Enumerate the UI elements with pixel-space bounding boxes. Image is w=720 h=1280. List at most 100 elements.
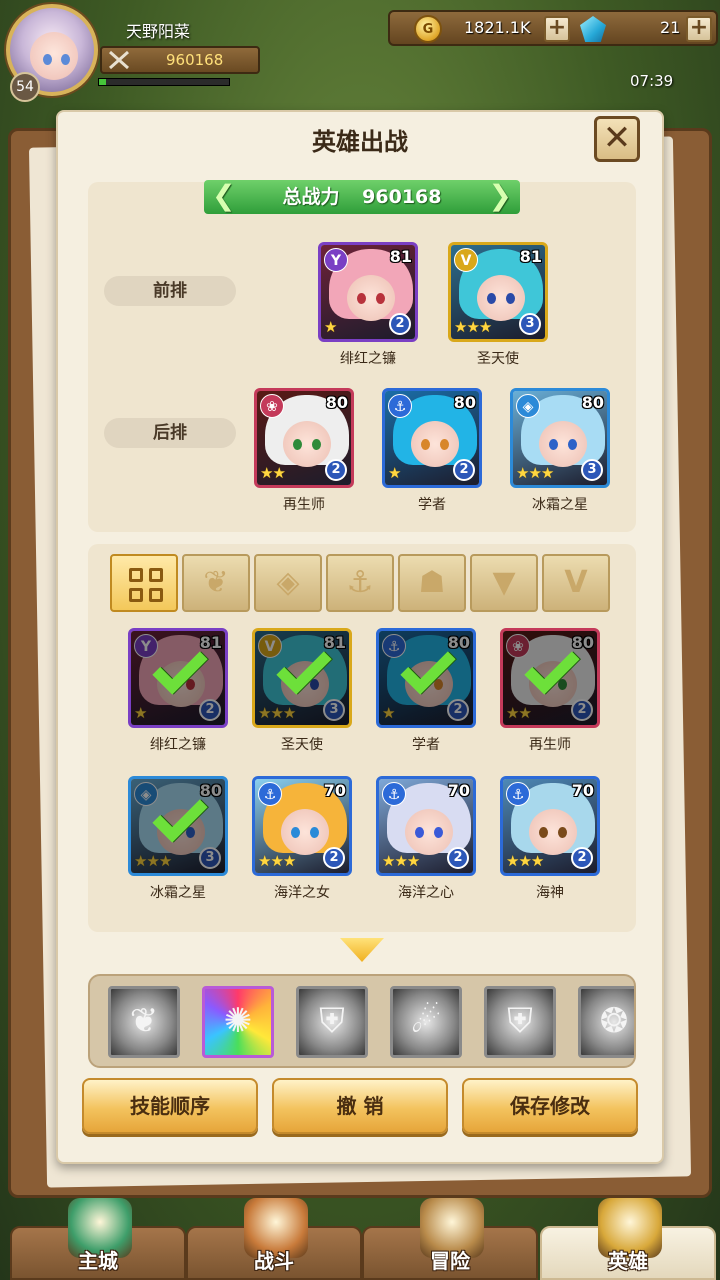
hero-eye-left <box>357 293 366 304</box>
hero-stars: ★ <box>324 318 337 336</box>
nav-tab-0[interactable]: 主城 <box>10 1198 186 1280</box>
total-power-value: 960168 <box>362 186 442 208</box>
hero-name: 再生师 <box>283 497 325 513</box>
hero-class-icon: ⚓ <box>388 394 412 418</box>
bottom-nav: 主城 战斗 冒险 英雄 <box>0 1196 720 1280</box>
filter-tab-anchor[interactable]: ⚓ <box>326 554 394 612</box>
hero-name: 学者 <box>412 737 440 753</box>
back-row-hero-slot[interactable]: ⚓ 80 ★ 2 <box>382 388 482 488</box>
nav-tab-2[interactable]: 冒险 <box>362 1198 538 1280</box>
roster-hero-card[interactable]: ❀ 80 ★★ 2 <box>500 628 600 728</box>
undo-button[interactable]: 撤 销 <box>272 1078 448 1134</box>
add-gems-button[interactable]: + <box>686 16 712 42</box>
front-row-hero-slot[interactable]: Y 81 ★ 2 <box>318 242 418 342</box>
gold-amount: 1821.1K <box>464 18 531 37</box>
skill-glyph: ☄ <box>410 1001 442 1041</box>
filter-tab-beast[interactable]: ☗ <box>398 554 466 612</box>
skill-glyph: ⛨ <box>319 1001 345 1041</box>
hero-class-icon: ⚓ <box>382 782 406 806</box>
hero-eye-left <box>549 439 558 450</box>
hero-tier-badge: 2 <box>323 847 345 869</box>
hero-level: 70 <box>447 781 470 800</box>
gold-coin-icon: G <box>414 15 442 43</box>
filter-tab-fox[interactable]: ▼ <box>470 554 538 612</box>
hero-stars: ★★★ <box>454 318 492 336</box>
add-gold-button[interactable]: + <box>544 16 570 42</box>
hero-class-icon: ❀ <box>260 394 284 418</box>
nav-label: 主城 <box>78 1249 118 1273</box>
roster-hero-card[interactable]: V 81 ★★★ 3 <box>252 628 352 728</box>
guard-skill-icon[interactable]: ⛨ <box>484 986 556 1058</box>
hero-eye-right <box>310 827 319 838</box>
nav-tab-1[interactable]: 战斗 <box>186 1198 362 1280</box>
hero-level: 81 <box>519 247 542 266</box>
hero-face <box>283 421 331 467</box>
back-row-label: 后排 <box>104 418 236 448</box>
hero-name: 绯红之镰 <box>150 737 206 753</box>
roster-hero-card[interactable]: ◈ 80 ★★★ 3 <box>128 776 228 876</box>
wave-skill-icon[interactable]: ❂ <box>578 986 634 1058</box>
hero-tier-badge: 2 <box>325 459 347 481</box>
player-power-value: 960168 <box>166 51 224 69</box>
grid-all-icon <box>129 568 163 602</box>
hero-face <box>281 809 329 855</box>
back-row-hero-slot[interactable]: ◈ 80 ★★★ 3 <box>510 388 610 488</box>
skill-order-button[interactable]: 技能顺序 <box>82 1078 258 1134</box>
hero-name: 海洋之心 <box>398 885 454 901</box>
anchor-class-icon: ⚓ <box>346 565 374 600</box>
hero-name: 海神 <box>536 885 564 901</box>
strike-skill-icon[interactable]: ☄ <box>390 986 462 1058</box>
save-changes-button[interactable]: 保存修改 <box>462 1078 638 1134</box>
filter-tab-all[interactable] <box>110 554 178 612</box>
hero-eye-right <box>506 293 515 304</box>
roster-hero-card[interactable]: ⚓ 70 ★★★ 2 <box>252 776 352 876</box>
skill-glyph: ❦ <box>129 1001 159 1041</box>
hero-stars: ★ <box>388 464 401 482</box>
hero-class-icon: ◈ <box>516 394 540 418</box>
exp-bar-fill <box>99 79 106 85</box>
avatar-face <box>30 32 78 80</box>
diamond-class-icon: ◈ <box>276 565 300 600</box>
hero-class-icon: ⚓ <box>506 782 530 806</box>
player-power-bar: 960168 <box>100 46 260 74</box>
hero-stars: ★★ <box>260 464 286 482</box>
rainbow-burst-skill-icon[interactable]: ✺ <box>202 986 274 1058</box>
hero-level: 70 <box>323 781 346 800</box>
filter-tab-wings[interactable]: V <box>542 554 610 612</box>
close-button[interactable]: ✕ <box>594 116 640 162</box>
hero-stars: ★★★ <box>516 464 554 482</box>
roster-hero-card[interactable]: ⚓ 70 ★★★ 2 <box>500 776 600 876</box>
back-row-hero-slot[interactable]: ❀ 80 ★★ 2 <box>254 388 354 488</box>
hero-stars: ★★★ <box>382 852 420 870</box>
sprout-class-icon: ❦ <box>203 565 229 600</box>
hero-tier-badge: 2 <box>447 847 469 869</box>
roster-hero-card[interactable]: ⚓ 70 ★★★ 2 <box>376 776 476 876</box>
panel-title: 英雄出战 <box>312 128 408 156</box>
beast-class-icon: ☗ <box>418 565 446 600</box>
wing-skill-icon[interactable]: ❦ <box>108 986 180 1058</box>
nav-tab-3[interactable]: 英雄 <box>540 1198 716 1280</box>
skill-glyph: ⛨ <box>507 1001 533 1041</box>
hero-face <box>405 809 453 855</box>
hero-name: 学者 <box>418 497 446 513</box>
hero-name: 圣天使 <box>477 351 519 367</box>
expand-roster-arrow-icon[interactable] <box>340 938 384 962</box>
front-row-hero-slot[interactable]: V 81 ★★★ 3 <box>448 242 548 342</box>
shield-skill-icon[interactable]: ⛨ <box>296 986 368 1058</box>
hero-face <box>347 275 395 321</box>
hero-name: 再生师 <box>529 737 571 753</box>
hero-name: 冰霜之星 <box>532 497 588 513</box>
filter-tab-sprout[interactable]: ❦ <box>182 554 250 612</box>
hero-eye-right <box>558 827 567 838</box>
hero-tier-badge: 2 <box>571 847 593 869</box>
clock: 07:39 <box>630 72 674 90</box>
hero-level: 81 <box>389 247 412 266</box>
nav-label: 战斗 <box>254 1249 294 1273</box>
roster-hero-card[interactable]: Y 81 ★ 2 <box>128 628 228 728</box>
crossed-swords-icon <box>109 50 129 70</box>
filter-tab-diamond[interactable]: ◈ <box>254 554 322 612</box>
avatar-eye-right <box>61 54 70 65</box>
hero-name: 海洋之女 <box>274 885 330 901</box>
hero-level: 70 <box>571 781 594 800</box>
roster-hero-card[interactable]: ⚓ 80 ★ 2 <box>376 628 476 728</box>
